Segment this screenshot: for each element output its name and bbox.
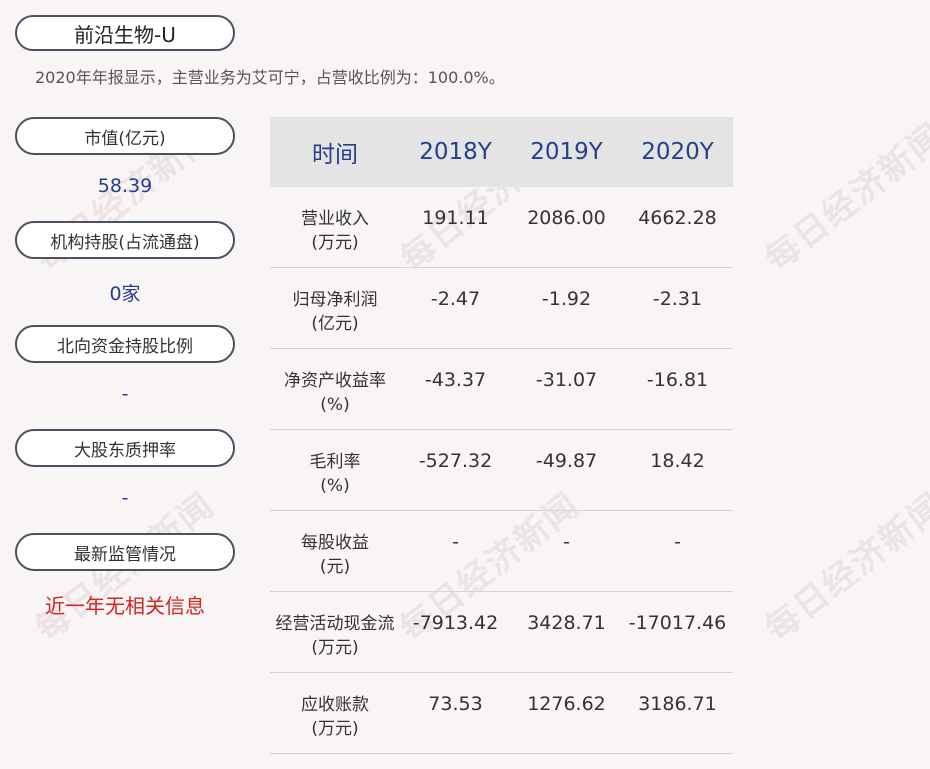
- watermark: 每日经济新闻: [757, 115, 930, 280]
- row-label: 应收账款 (万元): [301, 695, 369, 739]
- table-header: 时间 2018Y 2019Y 2020Y: [270, 117, 733, 187]
- regulation-label: 最新监管情况: [15, 533, 235, 571]
- table-row: 应收账款 (万元) 73.53 1276.62 3186.71: [270, 673, 733, 754]
- pledge-ratio-value: -: [121, 487, 129, 509]
- table-cell: -2.47: [430, 288, 481, 310]
- northbound-ratio-label: 北向资金持股比例: [15, 325, 235, 363]
- table-row: 每股收益 (元) - - -: [270, 511, 733, 592]
- table-cell: -31.07: [535, 369, 598, 391]
- market-cap-value: 58.39: [97, 175, 153, 197]
- watermark: 每日经济新闻: [757, 485, 930, 650]
- table-cell: -43.37: [424, 369, 487, 391]
- header-year: 2020Y: [641, 139, 714, 165]
- row-label: 归母净利润 (亿元): [292, 290, 378, 334]
- header-time: 时间: [312, 142, 358, 168]
- table-cell: -17017.46: [628, 612, 727, 634]
- table-row: 经营活动现金流 (万元) -7913.42 3428.71 -17017.46: [270, 592, 733, 673]
- table-cell: -: [452, 531, 459, 553]
- table-row: 营业收入 (万元) 191.11 2086.00 4662.28: [270, 187, 733, 268]
- northbound-ratio-value: -: [121, 383, 129, 405]
- regulation-value: 近一年无相关信息: [45, 594, 205, 618]
- institution-holding-value: 0家: [109, 283, 141, 305]
- table-cell: 18.42: [650, 450, 705, 472]
- row-label: 每股收益 (元): [301, 533, 369, 577]
- table-cell: 3186.71: [638, 693, 717, 715]
- table-cell: -1.92: [541, 288, 592, 310]
- market-cap-label: 市值(亿元): [15, 117, 235, 155]
- table-cell: 4662.28: [638, 207, 717, 229]
- table-row: 净资产收益率 (%) -43.37 -31.07 -16.81: [270, 349, 733, 430]
- header-year: 2018Y: [419, 139, 492, 165]
- table-cell: -16.81: [646, 369, 709, 391]
- row-label: 营业收入 (万元): [301, 209, 369, 253]
- table-cell: -: [563, 531, 570, 553]
- table-cell: 2086.00: [527, 207, 606, 229]
- table-cell: -7913.42: [412, 612, 499, 634]
- table-cell: -527.32: [418, 450, 493, 472]
- row-label: 毛利率 (%): [309, 452, 361, 496]
- financial-table: 时间 2018Y 2019Y 2020Y 营业收入 (万元) 191.11 208…: [270, 117, 733, 754]
- row-label: 净资产收益率 (%): [284, 371, 386, 415]
- table-cell: 191.11: [422, 207, 489, 229]
- table-cell: -2.31: [652, 288, 703, 310]
- table-cell: 3428.71: [527, 612, 606, 634]
- business-summary: 2020年年报显示，主营业务为艾可宁，占营收比例为：100.0%。: [35, 68, 505, 87]
- table-cell: -49.87: [535, 450, 598, 472]
- header-year: 2019Y: [530, 139, 603, 165]
- table-row: 归母净利润 (亿元) -2.47 -1.92 -2.31: [270, 268, 733, 349]
- table-row: 毛利率 (%) -527.32 -49.87 18.42: [270, 430, 733, 511]
- table-cell: 73.53: [428, 693, 483, 715]
- table-cell: 1276.62: [527, 693, 606, 715]
- company-title: 前沿生物-U: [15, 15, 235, 51]
- row-label: 经营活动现金流 (万元): [275, 614, 395, 658]
- pledge-ratio-label: 大股东质押率: [15, 429, 235, 467]
- institution-holding-label: 机构持股(占流通盘): [15, 221, 235, 259]
- table-cell: -: [674, 531, 681, 553]
